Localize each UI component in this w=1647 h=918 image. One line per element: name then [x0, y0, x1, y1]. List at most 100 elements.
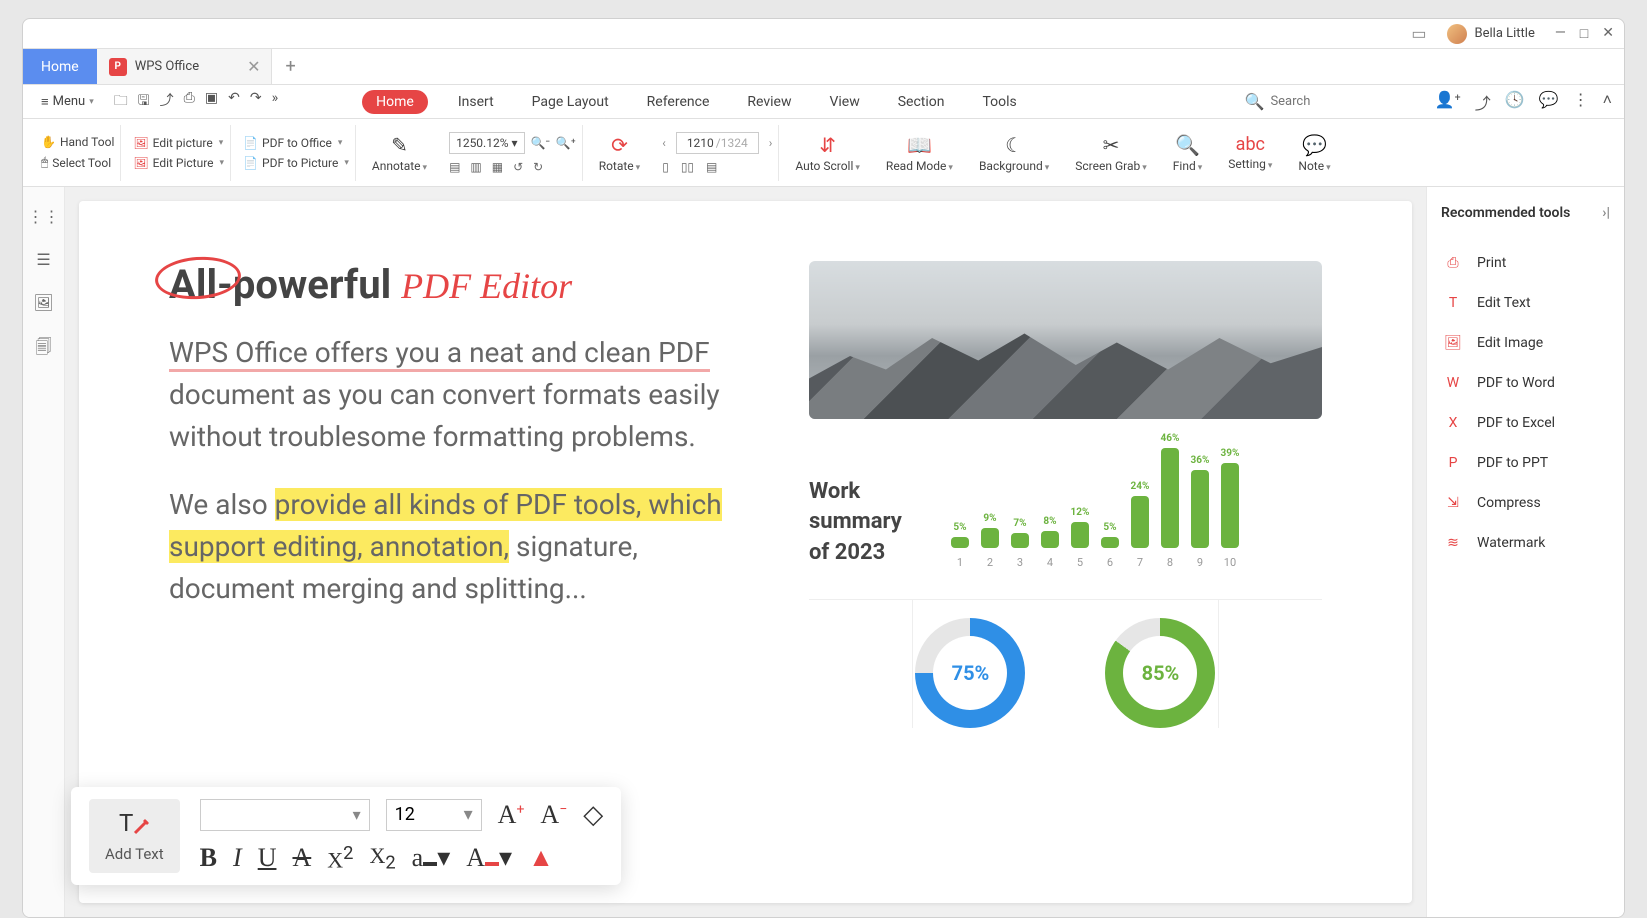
continuous-icon[interactable]: ▤ — [706, 160, 717, 174]
single-page-icon[interactable]: ▯ — [662, 160, 669, 174]
minimize-icon[interactable]: — — [1555, 25, 1566, 42]
titlebar: ▭ Bella Little — □ ✕ — [23, 19, 1624, 49]
pdf-to-picture-button[interactable]: 📄PDF to Picture — [243, 156, 349, 170]
ribbon-tab-review[interactable]: Review — [739, 90, 799, 114]
setting-button[interactable]: abcSetting — [1218, 134, 1282, 171]
rp-item-watermark[interactable]: ≋Watermark — [1441, 523, 1610, 563]
preview-icon[interactable]: ▣ — [205, 90, 218, 114]
rp-icon: ⇲ — [1443, 493, 1463, 513]
tab-home[interactable]: Home — [23, 49, 97, 84]
font-size-select[interactable]: 12▾ — [386, 799, 482, 831]
ribbon-tab-home[interactable]: Home — [362, 90, 428, 114]
auto-scroll-button[interactable]: ⇵Auto Scroll — [785, 133, 870, 173]
edit-picture-button[interactable]: 🖼Edit picture — [133, 136, 223, 150]
rp-item-pdf-to-ppt[interactable]: PPDF to PPT — [1441, 443, 1610, 483]
rp-item-edit-image[interactable]: 🖼Edit Image — [1441, 323, 1610, 363]
redo-icon[interactable]: ↷ — [250, 90, 262, 114]
ribbon-tab-view[interactable]: View — [821, 90, 867, 114]
edit-picture-2-button[interactable]: 🖼Edit Picture — [133, 156, 224, 170]
add-text-button[interactable]: T Add Text — [89, 799, 180, 873]
pdf-icon: P — [109, 58, 127, 76]
save-icon[interactable]: 🖫 — [138, 90, 150, 114]
tab-document[interactable]: P WPS Office ✕ — [97, 49, 272, 84]
fit-width-icon[interactable]: ▥ — [470, 160, 481, 174]
hand-tool-button[interactable]: ✋Hand Tool — [41, 135, 114, 149]
bold-icon[interactable]: B — [200, 843, 217, 873]
select-tool-button[interactable]: 🖱Select Tool — [41, 155, 111, 170]
thumbnails-icon[interactable]: 🖼 — [33, 293, 53, 312]
tab-close-icon[interactable]: ✕ — [247, 57, 260, 76]
next-page-icon[interactable]: › — [769, 136, 773, 150]
rotate-right-icon[interactable]: ↻ — [533, 160, 543, 174]
rp-item-pdf-to-word[interactable]: WPDF to Word — [1441, 363, 1610, 403]
right-panel: Recommended tools ›| ⎙PrintTEdit Text🖼Ed… — [1426, 187, 1624, 917]
tablet-mode-icon[interactable]: ▭ — [1411, 24, 1426, 43]
zoom-out-icon[interactable]: 🔍⁻ — [531, 136, 550, 150]
rp-item-pdf-to-excel[interactable]: XPDF to Excel — [1441, 403, 1610, 443]
rotate-left-icon[interactable]: ↺ — [513, 160, 523, 174]
prev-page-icon[interactable]: ‹ — [662, 136, 666, 150]
print-icon[interactable]: ⎙ — [184, 90, 195, 114]
tab-add-button[interactable]: + — [272, 56, 310, 77]
ribbon-tab-page-layout[interactable]: Page Layout — [524, 90, 617, 114]
share-icon[interactable]: ⤴ — [1475, 90, 1491, 114]
user-area[interactable]: Bella Little — [1447, 24, 1535, 44]
rail-handle-icon[interactable]: ⋮⋮ — [28, 207, 60, 226]
panel-collapse-icon[interactable]: ›| — [1602, 205, 1610, 221]
subscript-icon[interactable]: X2 — [369, 843, 395, 873]
add-user-icon[interactable]: 👤⁺ — [1434, 90, 1460, 114]
screen-grab-button[interactable]: ✂Screen Grab — [1065, 133, 1157, 173]
eraser-icon[interactable]: ◇ — [583, 800, 603, 830]
increase-font-icon[interactable]: A+ — [498, 800, 525, 830]
history-icon[interactable]: 🕓 — [1505, 90, 1525, 114]
open-icon[interactable]: 🗀 — [114, 90, 128, 114]
ribbon-tab-insert[interactable]: Insert — [450, 90, 502, 114]
note-icon: 💬 — [1302, 133, 1327, 157]
rp-item-edit-text[interactable]: TEdit Text — [1441, 283, 1610, 323]
page-input[interactable]: 1210/1324 — [676, 132, 759, 154]
rp-item-compress[interactable]: ⇲Compress — [1441, 483, 1610, 523]
chat-icon[interactable]: 💬 — [1539, 90, 1559, 114]
ribbon-tab-section[interactable]: Section — [890, 90, 953, 114]
rotate-button[interactable]: ⟳ Rotate — [589, 133, 651, 173]
text-color-icon[interactable]: A▾ — [466, 843, 512, 873]
two-page-icon[interactable]: ▯▯ — [681, 160, 694, 174]
actual-size-icon[interactable]: ▦ — [492, 160, 503, 174]
undo-icon[interactable]: ↶ — [228, 90, 240, 114]
fit-page-icon[interactable]: ▤ — [449, 160, 460, 174]
strikethrough-icon[interactable]: A — [292, 843, 311, 873]
menu-button[interactable]: ≡ Menu ▾ — [35, 90, 100, 114]
italic-icon[interactable]: I — [233, 843, 242, 873]
highlight-color-icon[interactable]: a▾ — [412, 843, 451, 873]
attachments-icon[interactable]: 🗐 — [36, 336, 52, 363]
ribbon-tab-tools[interactable]: Tools — [975, 90, 1025, 114]
ribbon-tab-reference[interactable]: Reference — [639, 90, 718, 114]
search-input[interactable] — [1270, 94, 1410, 109]
pdf-to-office-button[interactable]: 📄PDF to Office — [243, 136, 342, 150]
fill-color-icon[interactable]: ▲ — [528, 843, 554, 873]
superscript-icon[interactable]: X2 — [327, 843, 353, 873]
quick-access-toolbar: 🗀 🖫 ⤴ ⎙ ▣ ↶ ↷ » — [114, 90, 278, 114]
zoom-in-icon[interactable]: 🔍⁺ — [556, 136, 576, 150]
read-mode-button[interactable]: 📖Read Mode — [876, 133, 963, 173]
floating-text-toolbar[interactable]: T Add Text ▾ 12▾ A+ A− ◇ B I U A X2 X2 a… — [71, 787, 621, 885]
bar-4: 8%4 — [1039, 516, 1061, 569]
maximize-icon[interactable]: □ — [1580, 25, 1588, 42]
more-qat-icon[interactable]: » — [272, 90, 279, 114]
decrease-font-icon[interactable]: A− — [540, 800, 567, 830]
rp-item-print[interactable]: ⎙Print — [1441, 243, 1610, 283]
underline-icon[interactable]: U — [258, 843, 277, 873]
bar-8: 46%8 — [1159, 433, 1181, 569]
annotate-button[interactable]: ✎ Annotate — [362, 133, 437, 173]
font-family-select[interactable]: ▾ — [200, 799, 370, 831]
collapse-ribbon-icon[interactable]: ˄ — [1603, 90, 1612, 114]
background-button[interactable]: ☾Background — [969, 133, 1059, 173]
zoom-value[interactable]: 1250.12% ▾ — [449, 132, 524, 154]
close-icon[interactable]: ✕ — [1602, 25, 1614, 42]
find-button[interactable]: 🔍Find — [1163, 133, 1212, 173]
more-icon[interactable]: ⋮ — [1573, 90, 1589, 114]
outline-icon[interactable]: ☰ — [36, 250, 50, 269]
export-icon[interactable]: ⤴ — [160, 90, 174, 114]
search-area[interactable]: 🔍 — [1245, 92, 1411, 111]
note-button[interactable]: 💬Note — [1288, 133, 1340, 173]
